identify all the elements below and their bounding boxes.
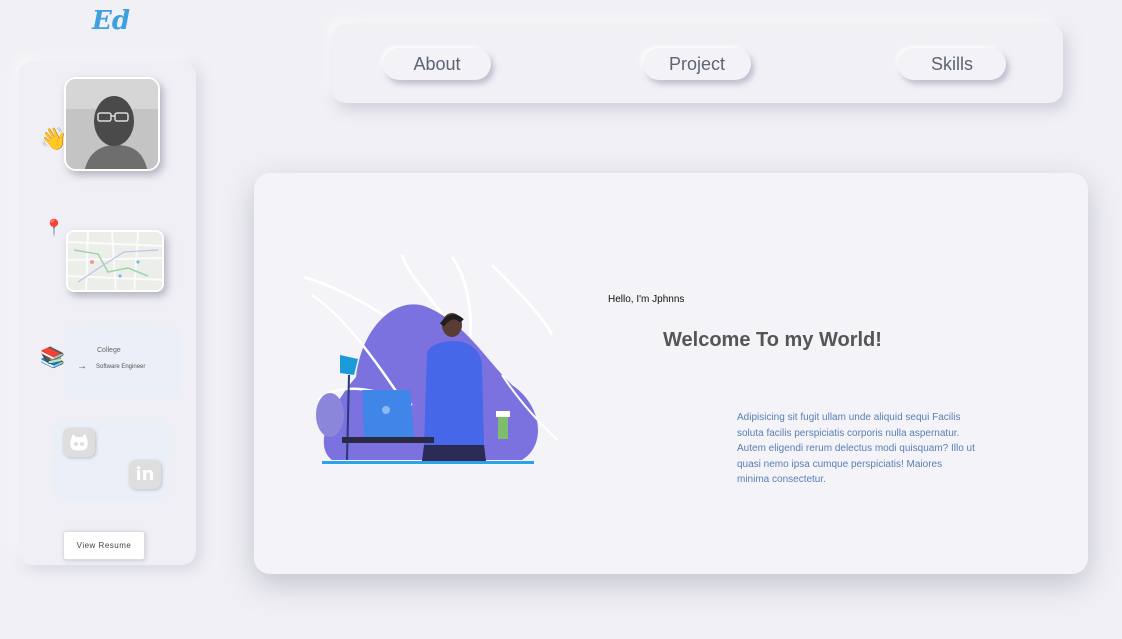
education-role: Software Engineer (96, 364, 146, 370)
hero-bio: Adipisicing sit fugit ullam unde aliquid… (737, 412, 975, 485)
github-icon[interactable] (63, 428, 95, 457)
arrow-right-icon: → (77, 361, 87, 372)
nav-skills[interactable]: Skills (898, 48, 1006, 80)
logo[interactable]: Ed (92, 6, 130, 36)
books-icon: 📚 (40, 347, 65, 369)
location-map[interactable] (66, 230, 164, 292)
waving-hand-icon: 👋 (40, 126, 68, 151)
nav-about[interactable]: About (383, 48, 491, 80)
top-nav: About Project Skills (332, 24, 1063, 103)
hero-greeting: Hello, I'm Jphnns (608, 294, 685, 305)
education-school: College (97, 347, 121, 354)
avatar (64, 77, 160, 171)
view-resume-button[interactable]: View Resume (63, 531, 145, 560)
location-pin-icon: 📍 (44, 220, 64, 237)
social-links: in (53, 422, 170, 500)
developer-illustration (302, 254, 562, 474)
linkedin-icon[interactable]: in (129, 460, 161, 489)
nav-project[interactable]: Project (643, 48, 751, 80)
hero-headline: Welcome To my World! (663, 329, 882, 351)
hero-card: Hello, I'm Jphnns Welcome To my World! A… (254, 173, 1088, 574)
education-card: College → Software Engineer (64, 326, 181, 397)
